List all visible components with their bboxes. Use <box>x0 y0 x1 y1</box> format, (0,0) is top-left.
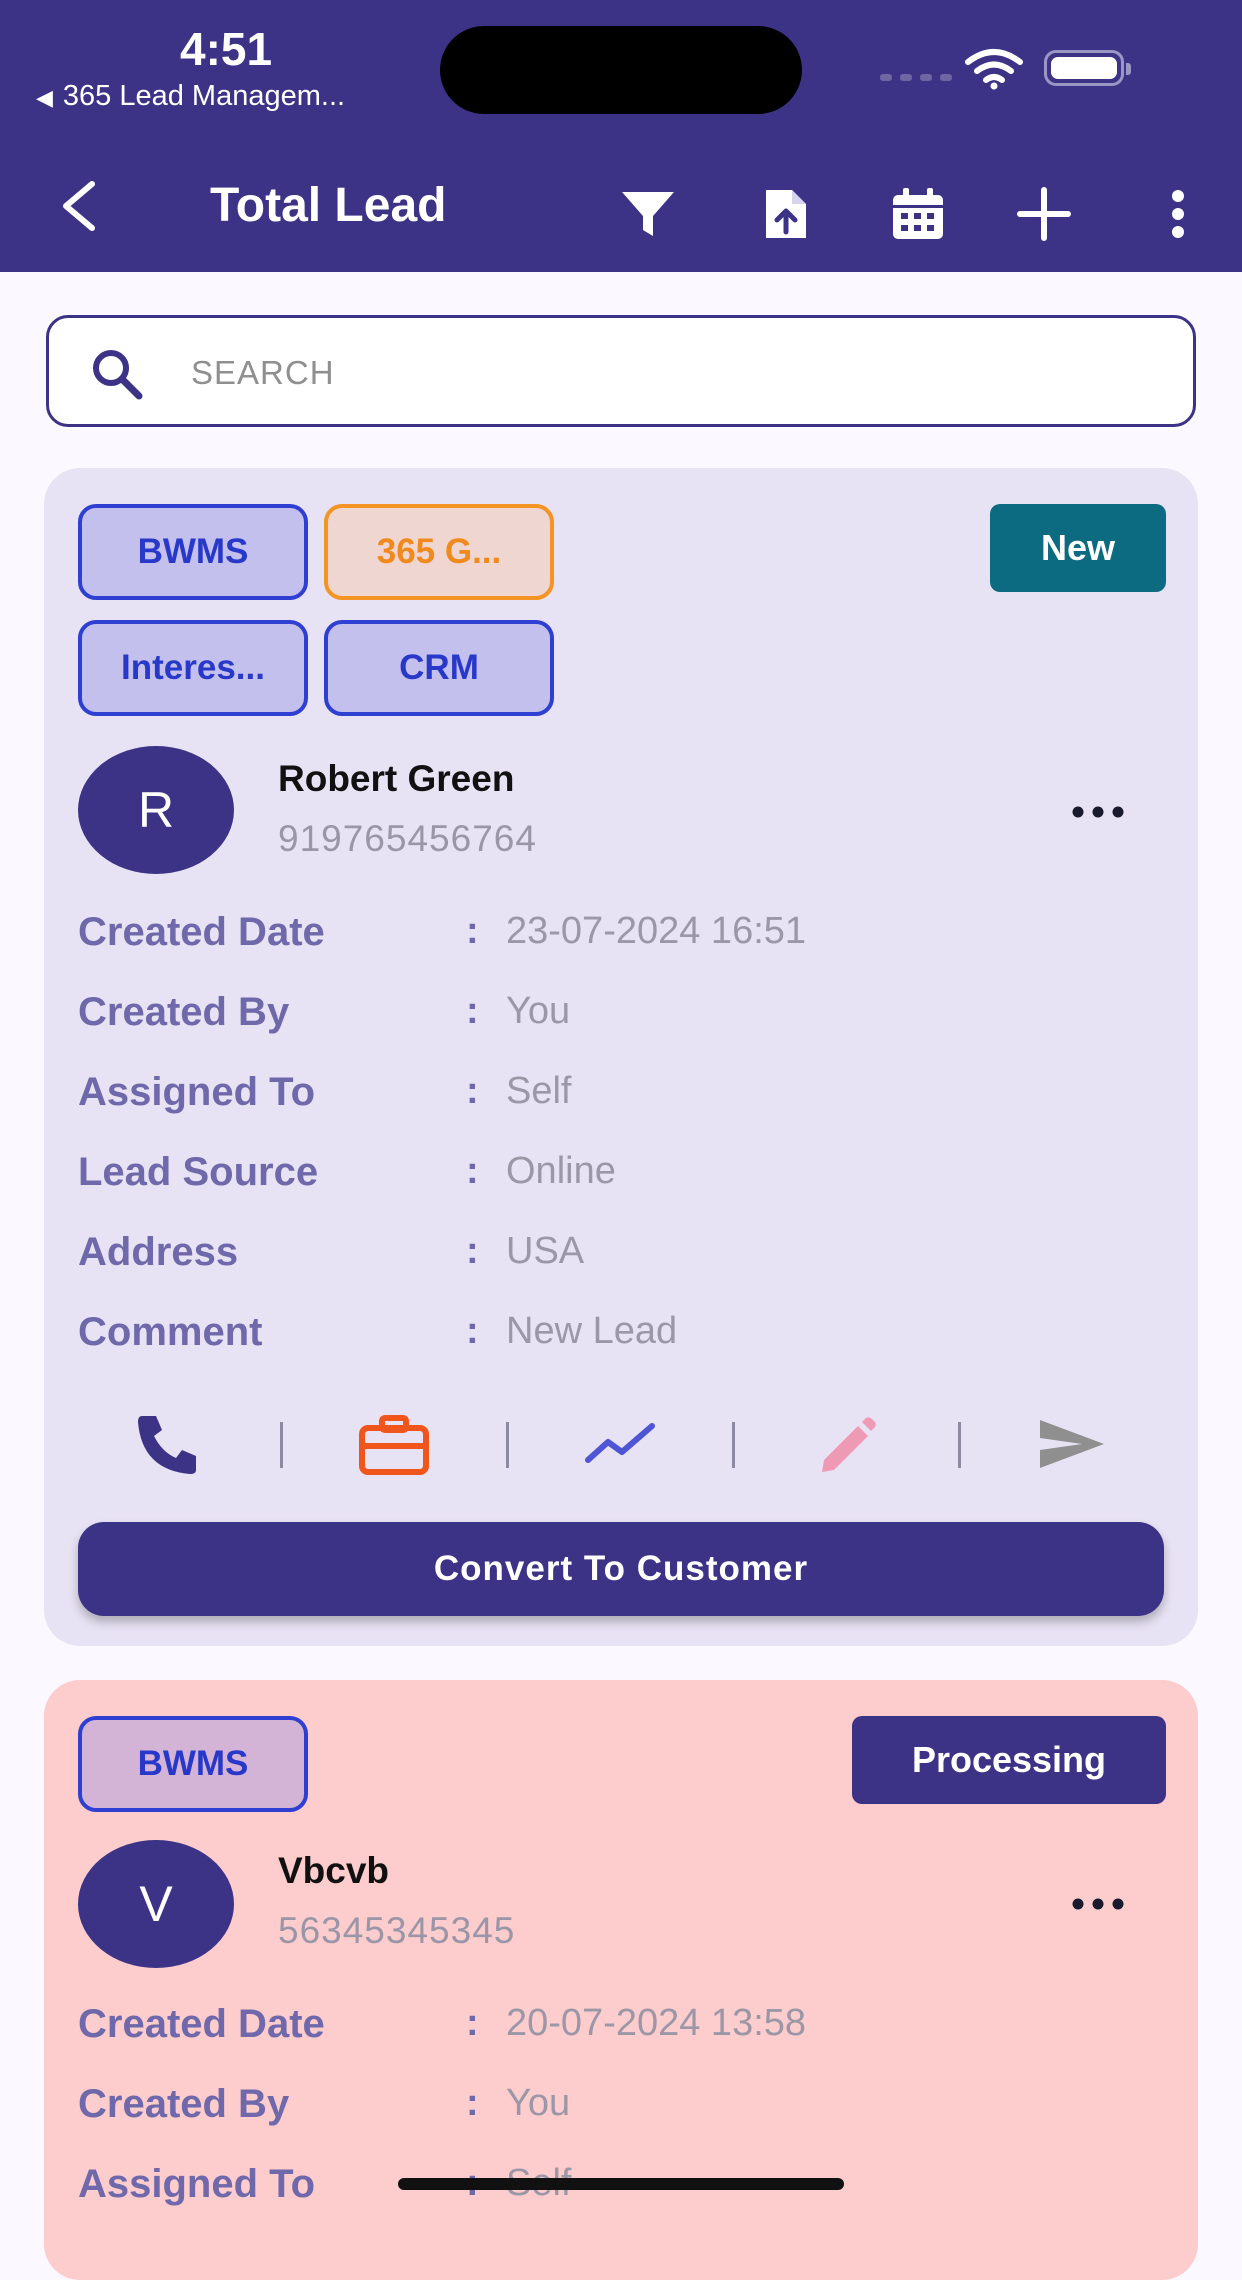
tag-chip[interactable]: BWMS <box>78 504 308 600</box>
field-value: New Lead <box>506 1310 678 1352</box>
back-to-app-link[interactable]: ◀ 365 Lead Managem... <box>36 80 345 113</box>
avatar: V <box>78 1840 234 1968</box>
field-label: Address <box>78 1230 239 1274</box>
lead-phone: 56345345345 <box>278 1910 516 1951</box>
more-vertical-icon[interactable] <box>1158 186 1198 242</box>
lead-card: BWMS 365 G... Interes... CRM New R Rober… <box>44 468 1198 1646</box>
app-header: 4:51 ◀ 365 Lead Managem... Total Lead <box>0 0 1242 272</box>
more-options-icon[interactable] <box>1068 1894 1128 1914</box>
cellular-signal-icon <box>880 74 952 81</box>
search-input[interactable] <box>189 342 1153 404</box>
search-icon <box>93 350 143 400</box>
status-badge: Processing <box>852 1716 1166 1804</box>
field-assigned-to: Assigned To : Self <box>78 1070 572 1114</box>
field-value: You <box>506 2082 571 2124</box>
convert-to-customer-button[interactable]: Convert To Customer <box>78 1522 1164 1616</box>
field-address: Address : USA <box>78 1230 585 1274</box>
status-badge: New <box>990 504 1166 592</box>
file-upload-icon[interactable] <box>758 186 814 242</box>
field-created-by: Created By : You <box>78 990 571 1034</box>
field-label: Created Date <box>78 2002 325 2046</box>
field-created-date: Created Date : 20-07-2024 13:58 <box>78 2002 807 2046</box>
field-value: You <box>506 990 571 1032</box>
lead-phone: 919765456764 <box>278 818 537 859</box>
trend-icon[interactable] <box>584 1412 656 1476</box>
field-value: USA <box>506 1230 585 1272</box>
tag-chip[interactable]: Interes... <box>78 620 308 716</box>
field-label: Created By <box>78 2082 290 2126</box>
edit-icon[interactable] <box>810 1412 882 1476</box>
tag-chip[interactable]: BWMS <box>78 1716 308 1812</box>
home-indicator[interactable] <box>398 2178 844 2190</box>
tag-chip[interactable]: CRM <box>324 620 554 716</box>
back-app-label: 365 Lead Managem... <box>62 80 346 112</box>
lead-name: Vbcvb <box>278 1850 390 1891</box>
back-icon[interactable] <box>56 178 104 234</box>
briefcase-icon[interactable] <box>358 1412 430 1476</box>
lead-card: BWMS Processing V Vbcvb 56345345345 Crea… <box>44 1680 1198 2280</box>
calendar-icon[interactable] <box>890 186 946 242</box>
field-label: Comment <box>78 1310 263 1354</box>
more-options-icon[interactable] <box>1068 802 1128 822</box>
filter-icon[interactable] <box>620 186 676 242</box>
lead-name: Robert Green <box>278 758 515 799</box>
avatar: R <box>78 746 234 874</box>
field-assigned-to: Assigned To : Self <box>78 2162 1158 2222</box>
field-comment: Comment : New Lead <box>78 1310 678 1354</box>
wifi-icon <box>965 49 1023 90</box>
field-lead-source: Lead Source : Online <box>78 1150 616 1194</box>
field-created-by: Created By : You <box>78 2082 571 2126</box>
field-value: 23-07-2024 16:51 <box>506 910 807 952</box>
back-triangle-icon: ◀ <box>36 85 53 110</box>
add-icon[interactable] <box>1016 186 1072 242</box>
field-value: 20-07-2024 13:58 <box>506 2002 807 2044</box>
send-icon[interactable] <box>1036 1412 1108 1476</box>
battery-icon <box>1044 50 1131 86</box>
field-label: Lead Source <box>78 1150 319 1194</box>
field-label: Assigned To <box>78 2162 316 2206</box>
field-label: Assigned To <box>78 1070 316 1114</box>
field-label: Created By <box>78 990 290 1034</box>
dynamic-island <box>440 26 802 114</box>
field-created-date: Created Date : 23-07-2024 16:51 <box>78 910 807 954</box>
status-time: 4:51 <box>180 23 273 75</box>
search-box <box>46 315 1196 427</box>
tag-chip[interactable]: 365 G... <box>324 504 554 600</box>
page-title: Total Lead <box>210 179 447 232</box>
field-value: Self <box>506 1070 572 1112</box>
field-label: Created Date <box>78 910 325 954</box>
phone-icon[interactable] <box>132 1412 204 1476</box>
field-value: Online <box>506 1150 616 1192</box>
